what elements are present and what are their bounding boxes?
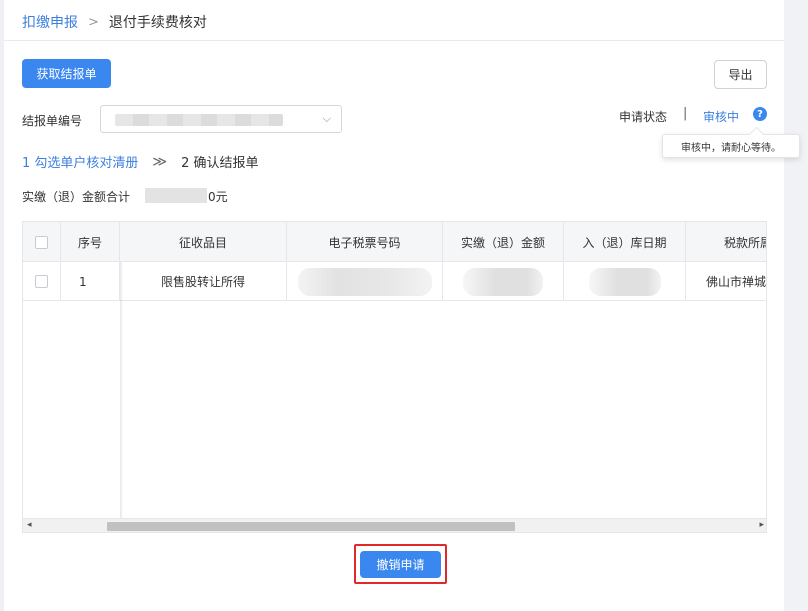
total-amount-label: 实缴（退）金额合计 — [22, 190, 131, 204]
breadcrumb-parent-link[interactable]: 扣缴申报 — [22, 12, 78, 32]
breadcrumb: 扣缴申报 > 退付手续费核对 — [22, 12, 207, 32]
chevron-down-icon: ⌵ — [322, 112, 331, 125]
horizontal-scrollbar[interactable]: ◂ ▸ — [23, 518, 766, 532]
main-panel: 扣缴申报 > 退付手续费核对 获取结报单 导出 结报单编号 ⌵ 申请状态 | 审… — [4, 0, 784, 611]
status-tooltip: 审核中，请耐心等待。 — [662, 134, 800, 158]
report-no-label: 结报单编号 — [22, 114, 83, 128]
table-header: 序号 征收品目 电子税票号码 实缴（退）金额 入（退）库日期 税款所属 — [23, 222, 766, 262]
total-amount-redacted — [145, 188, 207, 203]
table-row[interactable]: 1 限售股转让所得 佛山市禅城区 — [23, 262, 767, 301]
row-region: 佛山市禅城区 — [706, 275, 767, 289]
step-1[interactable]: 1 勾选单户核对清册 — [22, 152, 138, 171]
row-amount-cell — [443, 262, 564, 301]
ticket-no-redacted — [297, 267, 432, 296]
cancel-highlight-box: 撤销申请 — [354, 544, 447, 584]
column-header-index: 序号 — [61, 222, 120, 262]
scrollbar-thumb[interactable] — [107, 522, 515, 531]
column-header-amount: 实缴（退）金额 — [443, 222, 564, 262]
report-no-value-redacted — [115, 114, 283, 126]
amount-redacted — [463, 267, 543, 296]
status-label: 申请状态 — [619, 110, 668, 124]
report-table: 序号 征收品目 电子税票号码 实缴（退）金额 入（退）库日期 税款所属 1 限售… — [22, 221, 767, 533]
row-item: 限售股转让所得 — [120, 262, 287, 301]
select-all-checkbox[interactable] — [35, 235, 48, 249]
column-header-date: 入（退）库日期 — [564, 222, 686, 262]
row-ticket-no-cell — [287, 262, 443, 301]
column-header-ticket-no: 电子税票号码 — [287, 222, 443, 262]
export-button[interactable]: 导出 — [714, 60, 767, 89]
cancel-application-button[interactable]: 撤销申请 — [360, 551, 441, 578]
status-separator: | — [683, 106, 688, 121]
page-background-strip — [784, 0, 808, 611]
select-all-cell — [23, 222, 61, 262]
total-amount-suffix: 0元 — [208, 190, 228, 204]
double-chevron-right-icon: ≫ — [152, 153, 168, 170]
breadcrumb-current: 退付手续费核对 — [108, 15, 207, 31]
row-date-cell — [564, 262, 686, 301]
breadcrumb-separator: > — [88, 14, 99, 30]
scroll-left-icon[interactable]: ◂ — [27, 520, 32, 530]
status-value: 审核中 — [703, 110, 740, 124]
scroll-right-icon[interactable]: ▸ — [759, 520, 764, 530]
column-header-region: 税款所属 — [724, 235, 766, 250]
step-2[interactable]: 2 确认结报单 — [181, 152, 258, 171]
header-divider — [4, 40, 784, 41]
date-redacted — [588, 267, 661, 296]
step-indicator: 1 勾选单户核对清册 ≫ 2 确认结报单 — [22, 152, 258, 172]
column-header-item: 征收品目 — [120, 222, 287, 262]
report-no-select[interactable]: ⌵ — [100, 105, 342, 133]
fixed-column-shadow — [120, 262, 123, 518]
help-icon[interactable]: ? — [753, 107, 767, 121]
row-checkbox[interactable] — [35, 275, 48, 288]
row-select-cell — [23, 262, 61, 301]
row-index: 1 — [61, 262, 120, 301]
fetch-report-button[interactable]: 获取结报单 — [22, 59, 111, 88]
